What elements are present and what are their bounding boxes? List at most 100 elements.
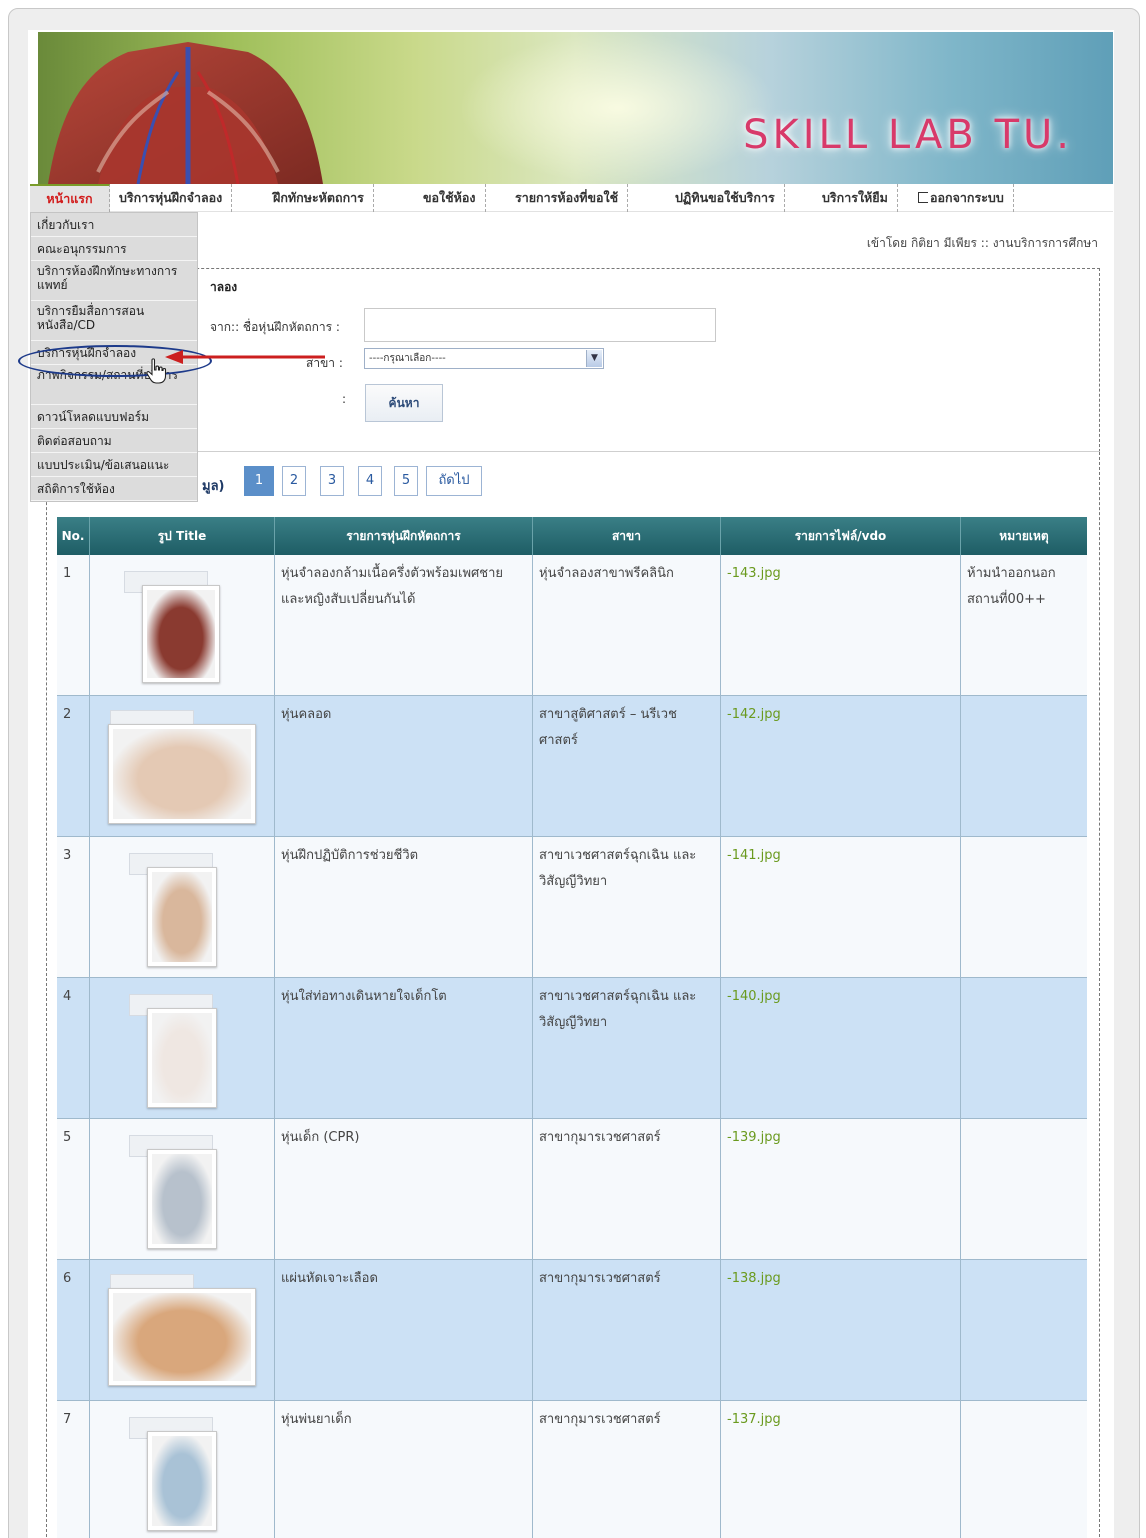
simulator-thumbnail[interactable] bbox=[147, 1008, 217, 1108]
simulator-photo bbox=[152, 1154, 212, 1244]
nav-lending-service[interactable]: บริการให้ยืม bbox=[813, 184, 898, 212]
table-row: 2 หุ่นคลอด สาขาสูติศาสตร์ – นรีเวชศาสตร์ -1… bbox=[57, 696, 1087, 837]
nav-home[interactable]: หน้าแรก bbox=[30, 184, 110, 212]
nav-logout-label: ออกจากระบบ bbox=[930, 190, 1004, 205]
row-file-link[interactable]: -143.jpg bbox=[721, 555, 961, 695]
banner-glow bbox=[458, 32, 778, 184]
simulator-photo bbox=[113, 729, 251, 819]
table-row: 1 หุ่นจำลองกล้ามเนื้อครึ่งตัวพร้อมเพศชายแ… bbox=[57, 555, 1087, 696]
nav-booking-calendar[interactable]: ปฏิทินขอใช้บริการ bbox=[666, 184, 785, 212]
row-picture[interactable] bbox=[90, 696, 275, 836]
table-row: 5 หุ่นเด็ก (CPR) สาขากุมารเวชศาสตร์ -139.jp… bbox=[57, 1119, 1087, 1260]
simulator-thumbnail[interactable] bbox=[147, 1431, 217, 1531]
anatomy-illustration bbox=[48, 42, 323, 184]
simulator-name-input[interactable] bbox=[364, 308, 716, 342]
page-2-link[interactable]: 2 bbox=[282, 466, 306, 496]
simulator-photo bbox=[152, 1013, 212, 1103]
row-simulator-name: หุ่นฝึกปฏิบัติการช่วยชีวิต bbox=[275, 837, 533, 977]
search-button[interactable]: ค้นหา bbox=[365, 384, 443, 422]
row-number: 5 bbox=[57, 1119, 90, 1259]
simulator-thumbnail[interactable] bbox=[147, 1149, 217, 1249]
result-count: มูล) bbox=[202, 479, 225, 494]
dropdown-item-media-lending[interactable]: บริการยืมสื่อการสอน หนังสือ/CD bbox=[31, 301, 197, 341]
row-picture[interactable] bbox=[90, 837, 275, 977]
row-number: 3 bbox=[57, 837, 90, 977]
simulator-name-label: จาก:: ชื่อหุ่นฝึกหัตถการ : bbox=[210, 320, 340, 334]
row-note bbox=[961, 1119, 1087, 1259]
simulator-photo bbox=[147, 590, 215, 678]
row-file-link[interactable]: -140.jpg bbox=[721, 978, 961, 1118]
row-picture[interactable] bbox=[90, 555, 275, 695]
page-3-link[interactable]: 3 bbox=[320, 466, 344, 496]
row-branch: หุ่นจำลองสาขาพรีคลินิก bbox=[533, 555, 721, 695]
dropdown-item-statistics[interactable]: สถิติการใช้ห้อง bbox=[31, 477, 197, 501]
branch-select[interactable]: ----กรุณาเลือก---- ▼ bbox=[364, 348, 604, 369]
col-header-files: รายการไฟล์/vdo bbox=[721, 517, 961, 555]
row-branch: สาขาเวชศาสตร์ฉุกเฉิน และวิสัญญีวิทยา bbox=[533, 978, 721, 1118]
row-file-link[interactable]: -142.jpg bbox=[721, 696, 961, 836]
nav-procedure-training[interactable]: ฝึกทักษะหัตถการ bbox=[264, 184, 374, 212]
row-picture[interactable] bbox=[90, 978, 275, 1118]
col-header-branch: สาขา bbox=[533, 517, 721, 555]
row-number: 1 bbox=[57, 555, 90, 695]
row-note: ห้ามนำออกนอกสถานที่00++ bbox=[967, 566, 1056, 607]
row-number: 2 bbox=[57, 696, 90, 836]
row-file-link[interactable]: -138.jpg bbox=[721, 1260, 961, 1400]
table-row: 4 หุ่นใส่ท่อทางเดินหายใจเด็กโต สาขาเวชศาสต… bbox=[57, 978, 1087, 1119]
simulator-thumbnail[interactable] bbox=[108, 1288, 256, 1386]
row-simulator-name: หุ่นจำลองกล้ามเนื้อครึ่งตัวพร้อมเพศชายแล… bbox=[275, 555, 533, 695]
hand-cursor-icon bbox=[146, 358, 167, 384]
row-note bbox=[961, 978, 1087, 1118]
row-branch: สาขาสูติศาสตร์ – นรีเวชศาสตร์ bbox=[533, 696, 721, 836]
nav-requested-rooms[interactable]: รายการห้องที่ขอใช้ bbox=[506, 184, 629, 212]
dropdown-item-skill-room[interactable]: บริการห้องฝึกทักษะทางการแพทย์ bbox=[31, 261, 197, 301]
logout-icon bbox=[918, 192, 928, 203]
simulator-thumbnail[interactable] bbox=[108, 724, 256, 824]
col-header-note: หมายเหตุ bbox=[999, 529, 1049, 543]
row-file-link[interactable]: -139.jpg bbox=[721, 1119, 961, 1259]
row-note bbox=[961, 1401, 1087, 1538]
row-branch: สาขากุมารเวชศาสตร์ bbox=[533, 1401, 721, 1538]
page-5-link[interactable]: 5 bbox=[394, 466, 418, 496]
row-picture[interactable] bbox=[90, 1401, 275, 1538]
dropdown-item-contact[interactable]: ติดต่อสอบถาม bbox=[31, 429, 197, 453]
table-row: 3 หุ่นฝึกปฏิบัติการช่วยชีวิต สาขาเวชศาสตร์… bbox=[57, 837, 1087, 978]
nav-logout[interactable]: ออกจากระบบ bbox=[912, 184, 1014, 212]
branch-select-value: ----กรุณาเลือก---- bbox=[369, 353, 446, 364]
table-row: 6 แผ่นหัดเจาะเลือด สาขากุมารเวชศาสตร์ -138.… bbox=[57, 1260, 1087, 1401]
row-simulator-name: หุ่นพ่นยาเด็ก bbox=[275, 1401, 533, 1538]
row-simulator-name: หุ่นเด็ก (CPR) bbox=[275, 1119, 533, 1259]
simulator-thumbnail[interactable] bbox=[147, 867, 217, 967]
row-number: 4 bbox=[57, 978, 90, 1118]
dropdown-item-about[interactable]: เกี่ยวกับเรา bbox=[31, 213, 197, 237]
search-panel-title: าลอง bbox=[210, 280, 238, 294]
next-page-link[interactable]: ถัดไป bbox=[426, 466, 482, 496]
page-1-link[interactable]: 1 bbox=[244, 466, 274, 496]
chevron-down-icon[interactable]: ▼ bbox=[586, 350, 602, 367]
row-picture[interactable] bbox=[90, 1260, 275, 1400]
simulator-photo bbox=[152, 1436, 212, 1526]
row-branch: สาขากุมารเวชศาสตร์ bbox=[533, 1260, 721, 1400]
row-simulator-name: แผ่นหัดเจาะเลือด bbox=[275, 1260, 533, 1400]
site-logo: SKILL LAB TU. bbox=[743, 112, 1073, 158]
simulator-thumbnail[interactable] bbox=[142, 585, 220, 683]
dropdown-item-feedback[interactable]: แบบประเมิน/ข้อเสนอแนะ bbox=[31, 453, 197, 477]
button-label-colon: : bbox=[342, 392, 347, 406]
dropdown-item-download[interactable]: ดาวน์โหลดแบบฟอร์ม bbox=[31, 405, 197, 429]
simulator-photo bbox=[113, 1293, 251, 1381]
table-header: No. รูป Title รายการหุ่นฝึกหัตถการ สาขา … bbox=[57, 517, 1087, 555]
row-branch: สาขาเวชศาสตร์ฉุกเฉิน และวิสัญญีวิทยา bbox=[533, 837, 721, 977]
row-file-link[interactable]: -141.jpg bbox=[721, 837, 961, 977]
row-file-link[interactable]: -137.jpg bbox=[721, 1401, 961, 1538]
row-picture[interactable] bbox=[90, 1119, 275, 1259]
simulator-photo bbox=[152, 872, 212, 962]
nav-simulator-service[interactable]: บริการหุ่นฝึกจำลอง bbox=[110, 184, 233, 212]
row-branch: สาขากุมารเวชศาสตร์ bbox=[533, 1119, 721, 1259]
dropdown-item-committee[interactable]: คณะอนุกรรมการ bbox=[31, 237, 197, 261]
row-simulator-name: หุ่นคลอด bbox=[275, 696, 533, 836]
row-note bbox=[961, 696, 1087, 836]
logged-in-user: เข้าโดย กิติยา มีเพียร :: งานบริการการศึ… bbox=[866, 236, 1098, 250]
nav-room-request[interactable]: ขอใช้ห้อง bbox=[414, 184, 486, 212]
page-4-link[interactable]: 4 bbox=[358, 466, 382, 496]
row-number: 7 bbox=[57, 1401, 90, 1538]
